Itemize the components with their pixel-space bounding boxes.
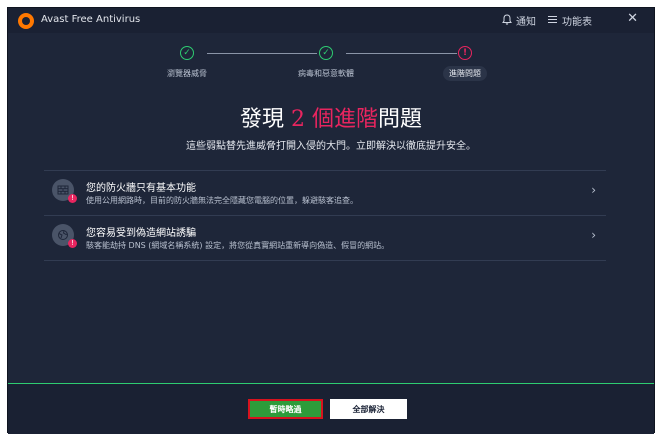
footer-bar: 暫時略過 全部解決 (8, 383, 654, 434)
close-icon[interactable]: ✕ (627, 11, 638, 26)
bell-icon (502, 13, 512, 28)
headline-prefix: 發現 (239, 107, 291, 132)
warning-badge-icon: ! (68, 239, 77, 248)
checkmark-icon: ✓ (319, 46, 333, 60)
step-label: 病毒和惡意軟體 (298, 69, 354, 78)
issue-row-firewall[interactable]: ! 您的防火牆只有基本功能 使用公用網路時，目前的防火牆無法完全隱藏您電腦的位置… (44, 170, 606, 215)
title-bar: Avast Free Antivirus 通知 功能表 ✕ (8, 8, 654, 33)
fix-all-button[interactable]: 全部解決 (330, 399, 407, 419)
step-label: 瀏覽器威脅 (167, 69, 207, 78)
issue-row-dns[interactable]: ! 您容易受到偽造網站誘騙 駭客能劫持 DNS (網域名稱系統) 設定，將您從真… (44, 215, 606, 261)
issue-title: 您容易受到偽造網站誘騙 (86, 228, 196, 239)
skip-for-now-button[interactable]: 暫時略過 (248, 399, 323, 419)
hamburger-menu-icon (548, 15, 558, 27)
alert-icon: ! (458, 46, 472, 60)
headline-suffix: 問題 (377, 107, 422, 132)
checkmark-icon: ✓ (180, 46, 194, 60)
issue-description: 駭客能劫持 DNS (網域名稱系統) 設定，將您從真實網站重新導向偽造、假冒的網… (86, 241, 390, 250)
notifications-button[interactable]: 通知 (502, 13, 536, 28)
app-title: Avast Free Antivirus (41, 14, 141, 25)
page-headline: 發現 2 個進階問題 (8, 101, 654, 133)
avast-logo-icon (18, 13, 34, 29)
notifications-label: 通知 (516, 17, 536, 28)
stepper-connector (346, 53, 457, 54)
page-subtitle: 這些弱點替先進威脅打開入侵的大門。立即解決以徹底提升安全。 (186, 141, 476, 152)
avast-window: Avast Free Antivirus 通知 功能表 ✕ ✓ 瀏覽器威脅 ✓ … (7, 7, 655, 434)
menu-button[interactable]: 功能表 (548, 13, 592, 28)
issue-count: 2 (290, 107, 305, 132)
issue-title: 您的防火牆只有基本功能 (86, 183, 196, 194)
step-browser-threats: ✓ 瀏覽器威脅 (117, 46, 257, 81)
headline-accent: 個進階 (304, 107, 378, 132)
menu-label: 功能表 (562, 17, 592, 28)
issue-list: ! 您的防火牆只有基本功能 使用公用網路時，目前的防火牆無法完全隱藏您電腦的位置… (44, 170, 606, 261)
stepper-connector (207, 53, 317, 54)
warning-badge-icon: ! (68, 194, 77, 203)
chevron-right-icon: › (591, 183, 596, 197)
step-label: 進階問題 (443, 66, 487, 81)
progress-stepper: ✓ 瀏覽器威脅 ✓ 病毒和惡意軟體 ! 進階問題 (8, 46, 654, 96)
chevron-right-icon: › (591, 228, 596, 242)
firewall-icon: ! (52, 179, 77, 203)
step-viruses-malware: ✓ 病毒和惡意軟體 (256, 46, 396, 81)
issue-description: 使用公用網路時，目前的防火牆無法完全隱藏您電腦的位置，躲避駭客追查。 (86, 196, 358, 205)
dns-globe-icon: ! (52, 224, 77, 248)
step-advanced-issues: ! 進階問題 (395, 46, 535, 81)
